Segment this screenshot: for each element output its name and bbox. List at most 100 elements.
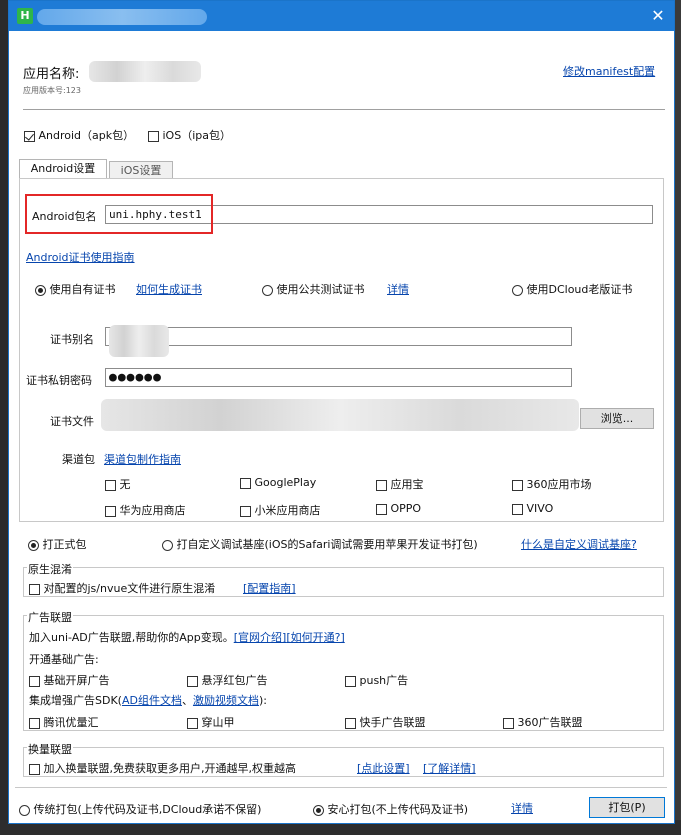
build-custom-radio[interactable] (162, 539, 173, 551)
package-dialog: H ✕ 应用名称: 应用版本号:123 修改manifest配置 Android… (8, 0, 675, 824)
channel-checkbox[interactable] (376, 503, 387, 515)
app-name-label: 应用名称: (23, 67, 80, 82)
obfuscation-checkbox[interactable] (29, 583, 40, 595)
exchange-settings-link[interactable]: [点此设置] (357, 760, 410, 776)
channel-checkbox[interactable] (105, 505, 116, 517)
build-release-radio[interactable] (28, 539, 39, 551)
platform-android-option[interactable]: Android（apk包） (24, 127, 134, 143)
obfuscation-option[interactable]: 对配置的js/nvue文件进行原生混淆 (29, 580, 215, 596)
ads-howto-link[interactable]: [如何开通?] (286, 631, 344, 644)
exchange-title: 换量联盟 (27, 741, 73, 757)
channel-label-none: 无 (119, 478, 131, 491)
exchange-label: 加入换量联盟,免费获取更多用户,开通越早,权重越高 (43, 762, 297, 775)
channel-option[interactable]: 华为应用商店 (105, 502, 186, 518)
cert-alias-value-redacted (109, 325, 169, 357)
footer-detail-link[interactable]: 详情 (511, 800, 533, 816)
channel-option[interactable]: GooglePlay (240, 476, 316, 489)
cert-file-label: 证书文件 (50, 415, 94, 428)
channel-checkbox[interactable] (105, 479, 116, 491)
traditional-pack-radio[interactable] (19, 804, 30, 816)
ios-checkbox[interactable] (148, 130, 159, 142)
ads-enhanced-suffix: ): (258, 694, 267, 707)
ads-basic-title: 开通基础广告: (29, 653, 99, 666)
ads-title: 广告联盟 (27, 609, 73, 625)
channel-option[interactable]: OPPO (376, 502, 421, 515)
pack-button[interactable]: 打包(P) (589, 797, 665, 818)
channel-option[interactable]: 应用宝 (376, 476, 424, 492)
obfuscation-guide-link[interactable]: [配置指南] (243, 580, 296, 596)
cert-public-label: 使用公共测试证书 (276, 283, 365, 296)
channel-checkbox[interactable] (512, 503, 523, 515)
ads-official-link[interactable]: [官网介绍] (234, 631, 287, 644)
ads-basic-option[interactable]: push广告 (345, 672, 408, 688)
cert-public-option[interactable]: 使用公共测试证书 (262, 281, 365, 297)
build-custom-option[interactable]: 打自定义调试基座(iOS的Safari调试需要用苹果开发证书打包) (162, 536, 478, 552)
cert-own-option[interactable]: 使用自有证书 (35, 281, 116, 297)
android-checkbox[interactable] (24, 130, 35, 142)
ads-enhanced-checkbox[interactable] (29, 717, 40, 729)
ad-component-doc-link[interactable]: AD组件文档 (122, 694, 182, 707)
edit-manifest-link[interactable]: 修改manifest配置 (563, 63, 655, 79)
ads-basic-checkbox[interactable] (345, 675, 356, 687)
reward-video-doc-link[interactable]: 激励视频文档 (193, 694, 259, 707)
ads-enhanced-label: 腾讯优量汇 (43, 716, 99, 729)
cert-public-radio[interactable] (262, 284, 273, 296)
ads-enhanced-checkbox[interactable] (503, 717, 514, 729)
cert-password-input[interactable]: ●●●●●● (105, 368, 572, 387)
tab-android-settings[interactable]: Android设置 (19, 159, 107, 179)
ads-enhanced-option[interactable]: 快手广告联盟 (345, 714, 426, 730)
channel-checkbox[interactable] (512, 479, 523, 491)
ads-intro-line: 加入uni-AD广告联盟,帮助你的App变现。[官网介绍][如何开通?] (29, 629, 345, 645)
channel-option[interactable]: 无 (105, 476, 131, 492)
exchange-option[interactable]: 加入换量联盟,免费获取更多用户,开通越早,权重越高 (29, 760, 296, 776)
channel-option[interactable]: 360应用市场 (512, 476, 592, 492)
ads-enhanced-option[interactable]: 腾讯优量汇 (29, 714, 99, 730)
secure-pack-radio[interactable] (313, 804, 324, 816)
ads-enhanced-option[interactable]: 穿山甲 (187, 714, 235, 730)
channel-checkbox[interactable] (240, 477, 251, 489)
ads-basic-checkbox[interactable] (29, 675, 40, 687)
channel-label-360: 360应用市场 (526, 478, 592, 491)
window-title-redacted (37, 9, 207, 25)
channel-checkbox[interactable] (240, 505, 251, 517)
ads-enhanced-option[interactable]: 360广告联盟 (503, 714, 583, 730)
channel-label-googleplay: GooglePlay (254, 476, 317, 489)
android-platform-label: Android（apk包） (38, 129, 135, 142)
build-release-option[interactable]: 打正式包 (28, 536, 87, 552)
title-bar[interactable]: H ✕ (9, 1, 674, 31)
cert-password-label: 证书私钥密码 (26, 374, 92, 387)
channel-guide-link[interactable]: 渠道包制作指南 (104, 451, 181, 467)
cert-own-radio[interactable] (35, 284, 46, 296)
channel-option[interactable]: VIVO (512, 502, 553, 515)
cert-alias-input[interactable] (105, 327, 572, 346)
ads-basic-option[interactable]: 悬浮红包广告 (187, 672, 268, 688)
channel-label: 渠道包 (62, 453, 95, 466)
cert-howto-link[interactable]: 如何生成证书 (136, 281, 202, 297)
ads-enhanced-label: 360广告联盟 (517, 716, 583, 729)
exchange-details-link[interactable]: [了解详情] (423, 760, 476, 776)
channel-label-vivo: VIVO (526, 502, 554, 515)
cert-file-input-redacted[interactable] (101, 399, 579, 431)
exchange-checkbox[interactable] (29, 763, 40, 775)
ads-basic-label: 基础开屏广告 (43, 674, 110, 687)
cert-own-label: 使用自有证书 (49, 283, 116, 296)
cert-dcloud-radio[interactable] (512, 284, 523, 296)
ads-enhanced-checkbox[interactable] (187, 717, 198, 729)
ads-enhanced-checkbox[interactable] (345, 717, 356, 729)
ads-basic-checkbox[interactable] (187, 675, 198, 687)
channel-option[interactable]: 小米应用商店 (240, 502, 321, 518)
ads-basic-option[interactable]: 基础开屏广告 (29, 672, 110, 688)
secure-pack-option[interactable]: 安心打包(不上传代码及证书) (313, 801, 468, 817)
cert-public-detail-link[interactable]: 详情 (387, 281, 409, 297)
custom-base-link[interactable]: 什么是自定义调试基座? (521, 536, 637, 552)
traditional-pack-option[interactable]: 传统打包(上传代码及证书,DCloud承诺不保留) (19, 801, 261, 817)
tab-ios-settings[interactable]: iOS设置 (109, 161, 173, 179)
app-version: 应用版本号:123 (23, 85, 81, 96)
cert-guide-link[interactable]: Android证书使用指南 (26, 249, 135, 265)
highlight-box (25, 194, 213, 234)
platform-ios-option[interactable]: iOS（ipa包） (148, 127, 231, 143)
channel-checkbox[interactable] (376, 479, 387, 491)
cert-dcloud-option[interactable]: 使用DCloud老版证书 (512, 281, 632, 297)
browse-button[interactable]: 浏览... (580, 408, 654, 429)
close-button[interactable]: ✕ (647, 5, 669, 27)
